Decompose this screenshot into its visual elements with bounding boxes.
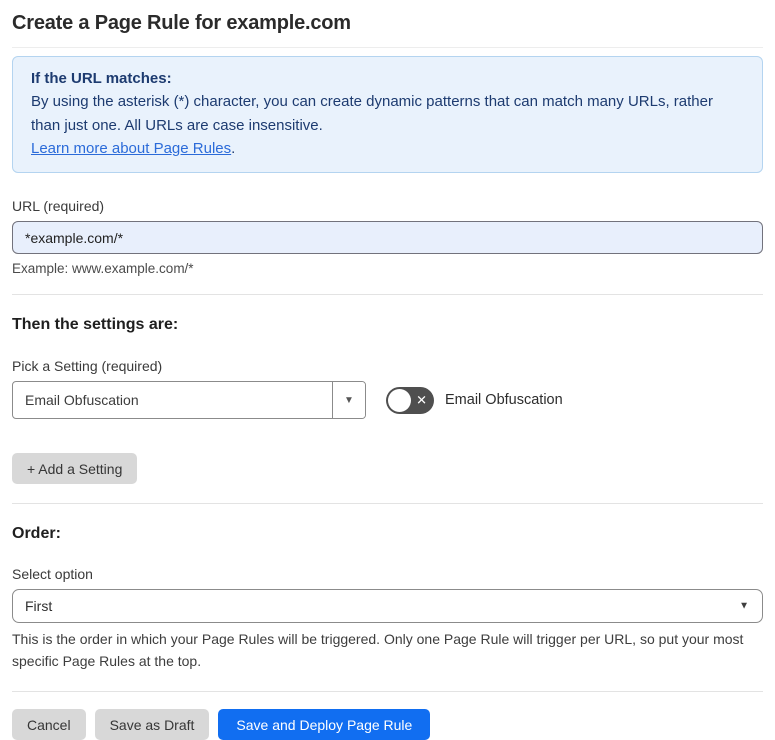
setting-row: Email Obfuscation ▼ ✕ Email Obfuscation [12, 381, 763, 419]
url-field-label: URL (required) [12, 198, 105, 214]
create-page-rule-form: Create a Page Rule for example.com If th… [0, 0, 775, 740]
divider [12, 503, 763, 504]
footer-actions: Cancel Save as Draft Save and Deploy Pag… [12, 709, 763, 740]
toggle-off-x-icon: ✕ [416, 392, 427, 408]
order-section-heading: Order: [12, 525, 61, 542]
order-select-value: First [25, 598, 53, 614]
settings-section-heading: Then the settings are: [12, 316, 179, 333]
url-input[interactable] [12, 221, 763, 254]
email-obfuscation-toggle[interactable]: ✕ [386, 386, 434, 414]
setting-select-value: Email Obfuscation [25, 392, 139, 408]
url-field-group: URL (required) Example: www.example.com/… [12, 198, 763, 276]
page-title: Create a Page Rule for example.com [12, 12, 351, 34]
toggle-knob [388, 388, 411, 412]
order-select[interactable]: First ▼ [12, 589, 763, 623]
order-select-label: Select option [12, 566, 93, 582]
info-box-heading: If the URL matches: [31, 70, 172, 87]
save-as-draft-button[interactable]: Save as Draft [94, 709, 210, 740]
info-box-link-line: Learn more about Page Rules. [31, 137, 744, 160]
chevron-down-icon: ▼ [739, 600, 749, 612]
order-helper-text: This is the order in which your Page Rul… [12, 631, 744, 669]
info-box-body: By using the asterisk (*) character, you… [31, 93, 713, 134]
divider [12, 691, 763, 693]
divider [12, 294, 763, 295]
url-match-info-box: If the URL matches: By using the asteris… [12, 56, 763, 173]
email-obfuscation-toggle-group: ✕ Email Obfuscation [386, 386, 563, 414]
chevron-down-icon: ▼ [344, 394, 354, 406]
setting-select[interactable]: Email Obfuscation ▼ [12, 381, 366, 419]
setting-select-arrow-button[interactable]: ▼ [332, 382, 365, 418]
page-header: Create a Page Rule for example.com [12, 0, 763, 48]
link-suffix: . [231, 139, 236, 157]
learn-more-link[interactable]: Learn more about Page Rules [31, 140, 231, 157]
url-example-helper: Example: www.example.com/* [12, 261, 194, 276]
pick-setting-label: Pick a Setting (required) [12, 358, 163, 374]
email-obfuscation-toggle-label: Email Obfuscation [445, 392, 563, 408]
add-setting-button[interactable]: + Add a Setting [12, 453, 138, 484]
save-and-deploy-button[interactable]: Save and Deploy Page Rule [218, 709, 431, 740]
cancel-button[interactable]: Cancel [12, 709, 86, 740]
